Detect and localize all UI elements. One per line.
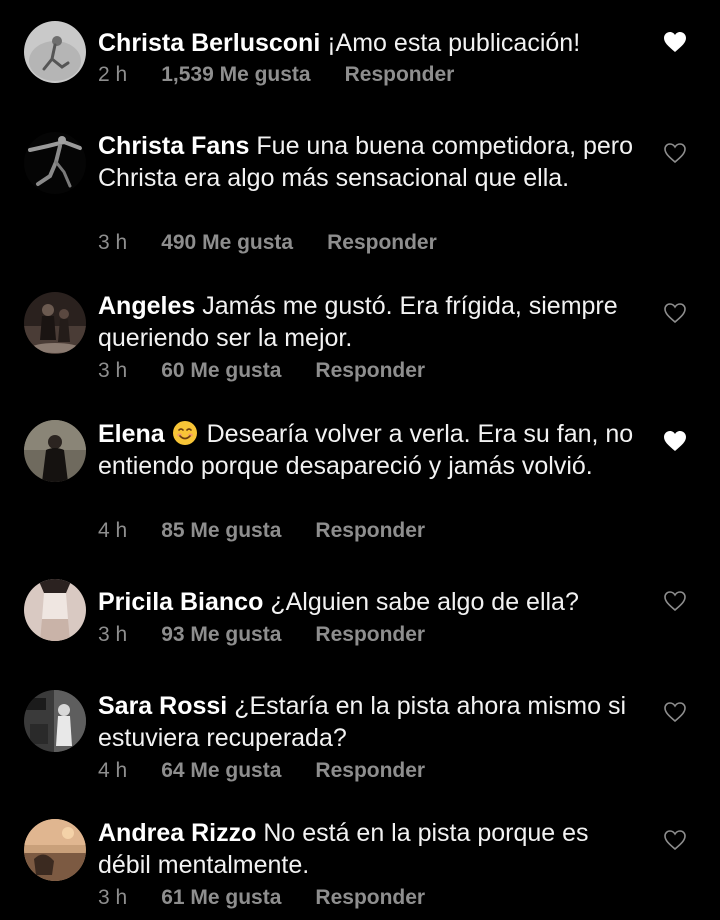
comment-likes-count[interactable]: 1,539 Me gusta (161, 60, 310, 90)
comment-text: Sara Rossi ¿Estaría en la pista ahora mi… (98, 690, 643, 754)
comment-text: Andrea Rizzo No está en la pista porque … (98, 817, 643, 881)
comment-time: 3 h (98, 359, 128, 382)
avatar[interactable] (24, 292, 86, 354)
comment-likes-count[interactable]: 60 Me gusta (161, 356, 281, 386)
heart-outline-icon[interactable] (663, 590, 687, 612)
reply-button[interactable]: Responder (315, 516, 425, 546)
smiling-face-emoji (172, 420, 198, 446)
avatar[interactable] (24, 132, 86, 194)
reply-button[interactable]: Responder (315, 620, 425, 650)
comment-time: 3 h (98, 231, 128, 254)
comment-likes-count[interactable]: 93 Me gusta (161, 620, 281, 650)
comment-meta: 3 h 61 Me gusta Responder (98, 883, 425, 913)
comment-username[interactable]: Elena (98, 420, 165, 448)
comment-meta: 4 h 85 Me gusta Responder (98, 516, 425, 546)
comment-username[interactable]: Andrea Rizzo (98, 819, 256, 847)
comment-time: 4 h (98, 519, 128, 542)
comment-likes-count[interactable]: 64 Me gusta (161, 756, 281, 786)
comment-likes-count[interactable]: 490 Me gusta (161, 228, 293, 258)
reply-button[interactable]: Responder (315, 756, 425, 786)
heart-outline-icon[interactable] (663, 302, 687, 324)
reply-button[interactable]: Responder (315, 883, 425, 913)
comment-text: Pricila Bianco ¿Alguien sabe algo de ell… (98, 586, 643, 618)
heart-filled-icon[interactable] (663, 430, 687, 452)
comment-text: Christa Berlusconi ¡Amo esta publicación… (98, 27, 643, 59)
comments-screen: { "comments": [ { "username": "Christa B… (0, 0, 720, 920)
avatar[interactable] (24, 579, 86, 641)
comment-message: ¡Amo esta publicación! (327, 29, 581, 57)
heart-outline-icon[interactable] (663, 701, 687, 723)
comment-username[interactable]: Christa Fans (98, 132, 249, 160)
comment-message: ¿Alguien sabe algo de ella? (270, 588, 579, 616)
comment-time: 3 h (98, 623, 128, 646)
avatar[interactable] (24, 690, 86, 752)
comment-likes-count[interactable]: 61 Me gusta (161, 883, 281, 913)
reply-button[interactable]: Responder (315, 356, 425, 386)
comment-username[interactable]: Angeles (98, 292, 195, 320)
comment-time: 3 h (98, 886, 128, 909)
comment-username[interactable]: Sara Rossi (98, 692, 227, 720)
reply-button[interactable]: Responder (345, 60, 455, 90)
comment-text: Elena Desearía volver a verla. Era su fa… (98, 418, 643, 482)
heart-outline-icon[interactable] (663, 142, 687, 164)
comment-text: Angeles Jamás me gustó. Era frígida, sie… (98, 290, 643, 354)
avatar[interactable] (24, 21, 86, 83)
heart-filled-icon[interactable] (663, 31, 687, 53)
comment-username[interactable]: Pricila Bianco (98, 588, 263, 616)
comment-username[interactable]: Christa Berlusconi (98, 29, 320, 57)
comment-meta: 4 h 64 Me gusta Responder (98, 756, 425, 786)
reply-button[interactable]: Responder (327, 228, 437, 258)
heart-outline-icon[interactable] (663, 829, 687, 851)
comment-meta: 3 h 60 Me gusta Responder (98, 356, 425, 386)
avatar[interactable] (24, 420, 86, 482)
comment-meta: 2 h 1,539 Me gusta Responder (98, 60, 454, 90)
comment-time: 2 h (98, 63, 128, 86)
comment-likes-count[interactable]: 85 Me gusta (161, 516, 281, 546)
avatar[interactable] (24, 819, 86, 881)
comment-time: 4 h (98, 759, 128, 782)
comment-meta: 3 h 93 Me gusta Responder (98, 620, 425, 650)
comment-meta: 3 h 490 Me gusta Responder (98, 228, 437, 258)
comment-text: Christa Fans Fue una buena competidora, … (98, 130, 643, 194)
